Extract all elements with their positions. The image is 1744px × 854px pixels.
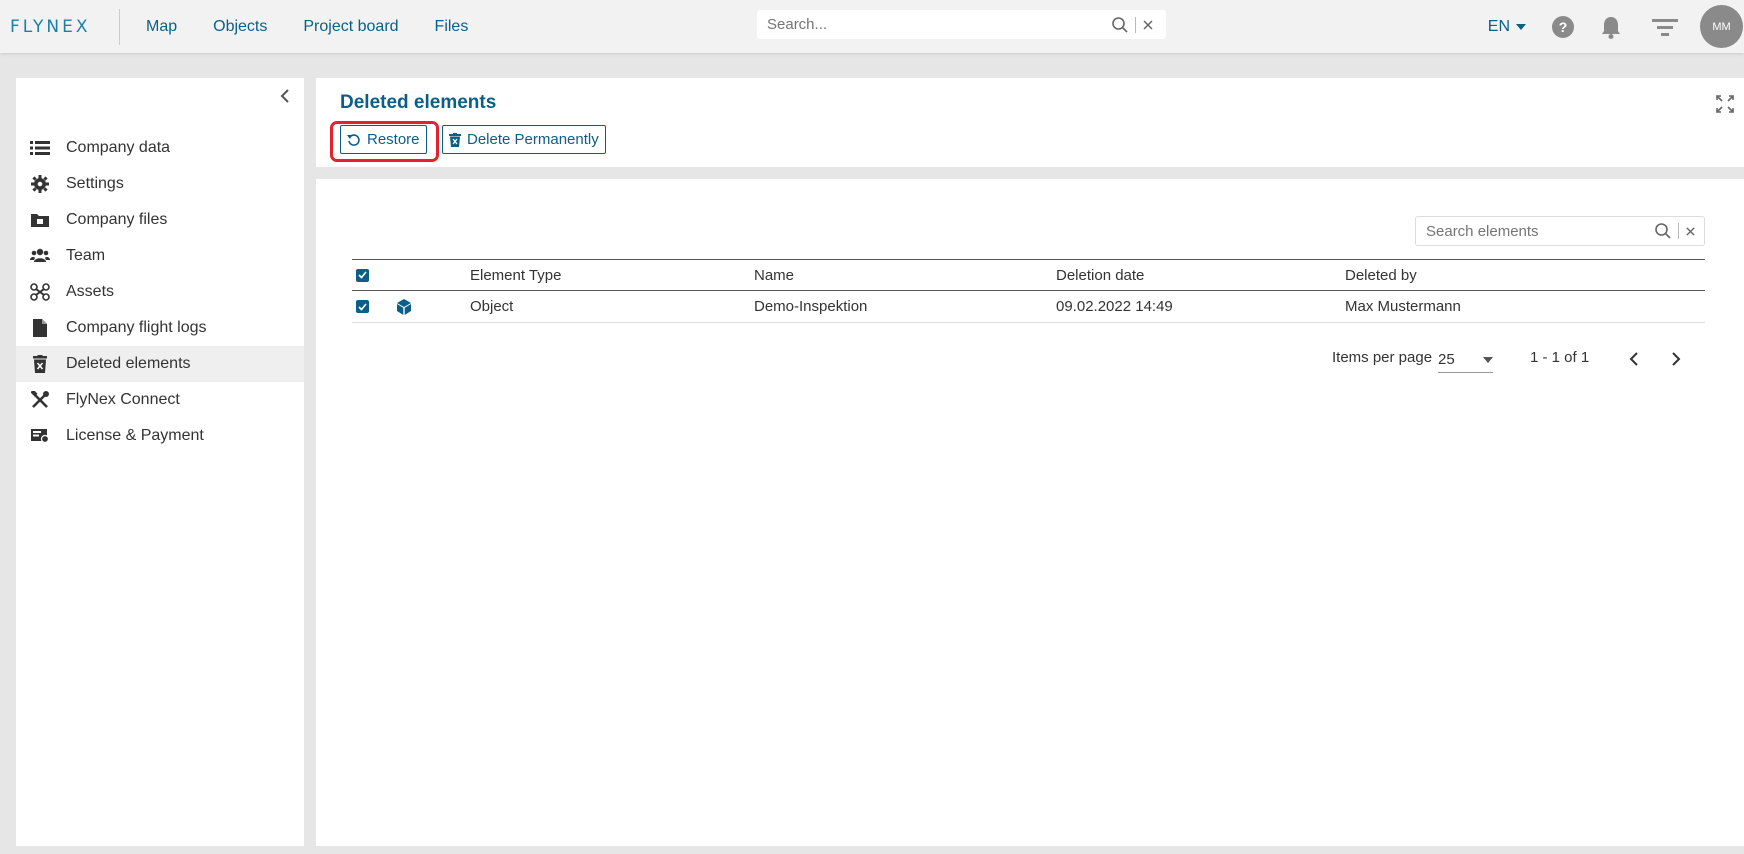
items-per-page-select[interactable]: 25 — [1438, 347, 1493, 373]
sidebar-item-deleted-elements[interactable]: Deleted elements — [16, 346, 304, 382]
table-row[interactable]: Object Demo-Inspektion 09.02.2022 14:49 … — [352, 291, 1705, 323]
flynex-logo[interactable]: FLYNEX — [0, 8, 120, 45]
sidebar: Company data Settings Company files Team… — [16, 78, 304, 846]
sidebar-item-flynex-connect[interactable]: FlyNex Connect — [16, 382, 304, 418]
avatar[interactable]: MM — [1700, 5, 1743, 48]
avatar-initials: MM — [1712, 20, 1731, 33]
sidebar-item-label: Assets — [66, 283, 115, 300]
checkbox-checked — [356, 268, 369, 282]
gear-icon — [30, 174, 50, 194]
trash-icon — [449, 132, 461, 147]
column-header-deleted-by[interactable]: Deleted by — [1345, 260, 1417, 290]
license-icon — [30, 426, 50, 446]
help-icon[interactable]: ? — [1552, 15, 1574, 38]
divider — [1135, 16, 1136, 33]
restore-highlight-marker — [330, 121, 439, 162]
select-all-checkbox[interactable] — [356, 260, 369, 290]
pagination-range: 1 - 1 of 1 — [1530, 349, 1590, 366]
top-right-controls: EN ? MM — [1488, 0, 1744, 53]
divider — [1678, 223, 1679, 239]
sidebar-item-label: Deleted elements — [66, 355, 191, 372]
object-cube-icon — [396, 291, 412, 322]
nav-files[interactable]: Files — [417, 18, 487, 36]
panel-header: Deleted elements Restore Delete Permanen… — [316, 78, 1744, 167]
pagination: Items per page 25 1 - 1 of 1 — [316, 347, 1744, 373]
team-icon — [30, 246, 50, 266]
checkbox-checked — [356, 300, 369, 313]
logo-text: FLYNEX — [10, 16, 91, 37]
table-header: Element Type Name Deletion date Deleted … — [352, 259, 1705, 291]
chevron-down-icon — [1483, 356, 1493, 363]
sidebar-item-team[interactable]: Team — [16, 238, 304, 274]
global-search — [757, 10, 1166, 39]
sidebar-item-company-files[interactable]: Company files — [16, 202, 304, 238]
elements-search — [1415, 216, 1705, 246]
svg-text:?: ? — [1559, 19, 1568, 35]
sidebar-item-label: FlyNex Connect — [66, 391, 180, 408]
clear-search-icon[interactable] — [1142, 19, 1154, 31]
fullscreen-icon[interactable] — [1716, 95, 1734, 113]
cell-element-type: Object — [470, 298, 514, 315]
sidebar-item-license-payment[interactable]: License & Payment — [16, 418, 304, 454]
next-page-icon[interactable] — [1671, 351, 1681, 367]
sidebar-item-label: Company flight logs — [66, 319, 207, 336]
filter-icon[interactable] — [1652, 17, 1678, 37]
sidebar-item-label: Company data — [66, 139, 171, 156]
page-title: Deleted elements — [340, 92, 497, 113]
sidebar-item-company-flight-logs[interactable]: Company flight logs — [16, 310, 304, 346]
panel-body: Element Type Name Deletion date Deleted … — [316, 179, 1744, 846]
sidebar-item-label: Settings — [66, 175, 124, 192]
sidebar-menu: Company data Settings Company files Team… — [16, 130, 304, 454]
sidebar-item-label: License & Payment — [66, 427, 204, 444]
trash-icon — [30, 354, 50, 374]
file-icon — [30, 318, 50, 338]
column-header-element-type[interactable]: Element Type — [470, 260, 561, 290]
sidebar-item-label: Team — [66, 247, 106, 264]
sidebar-item-company-data[interactable]: Company data — [16, 130, 304, 166]
top-navbar: FLYNEX Map Objects Project board Files E… — [0, 0, 1744, 53]
delete-permanently-button[interactable]: Delete Permanently — [442, 125, 606, 154]
chevron-down-icon — [1516, 23, 1526, 30]
column-header-name[interactable]: Name — [754, 260, 794, 290]
items-per-page-label: Items per page — [1332, 349, 1433, 366]
notification-bell-icon[interactable] — [1600, 15, 1622, 39]
elements-search-input[interactable] — [1426, 222, 1654, 240]
deleted-elements-table: Element Type Name Deletion date Deleted … — [352, 259, 1705, 323]
drone-icon — [30, 282, 50, 302]
nav-project-board[interactable]: Project board — [285, 18, 416, 36]
clear-search-icon[interactable] — [1685, 226, 1696, 237]
cell-deleted-by: Max Mustermann — [1345, 298, 1461, 315]
collapse-sidebar-icon[interactable] — [280, 88, 290, 104]
cell-deletion-date: 09.02.2022 14:49 — [1056, 298, 1173, 315]
search-icon[interactable] — [1111, 16, 1129, 34]
cell-name: Demo-Inspektion — [754, 298, 868, 315]
global-search-input[interactable] — [767, 16, 1111, 33]
language-label: EN — [1487, 17, 1510, 35]
sidebar-item-assets[interactable]: Assets — [16, 274, 304, 310]
items-per-page-value: 25 — [1438, 351, 1455, 368]
sidebar-item-settings[interactable]: Settings — [16, 166, 304, 202]
row-checkbox[interactable] — [356, 291, 369, 322]
previous-page-icon[interactable] — [1629, 351, 1639, 367]
tools-icon — [30, 390, 50, 410]
list-icon — [30, 138, 50, 158]
language-select[interactable]: EN — [1488, 18, 1526, 36]
sidebar-item-label: Company files — [66, 211, 168, 228]
search-icon[interactable] — [1654, 222, 1672, 240]
nav-map[interactable]: Map — [128, 18, 195, 36]
nav-objects[interactable]: Objects — [195, 18, 285, 36]
folder-icon — [30, 210, 50, 230]
column-header-deletion-date[interactable]: Deletion date — [1056, 260, 1144, 290]
delete-permanently-label: Delete Permanently — [467, 131, 599, 148]
